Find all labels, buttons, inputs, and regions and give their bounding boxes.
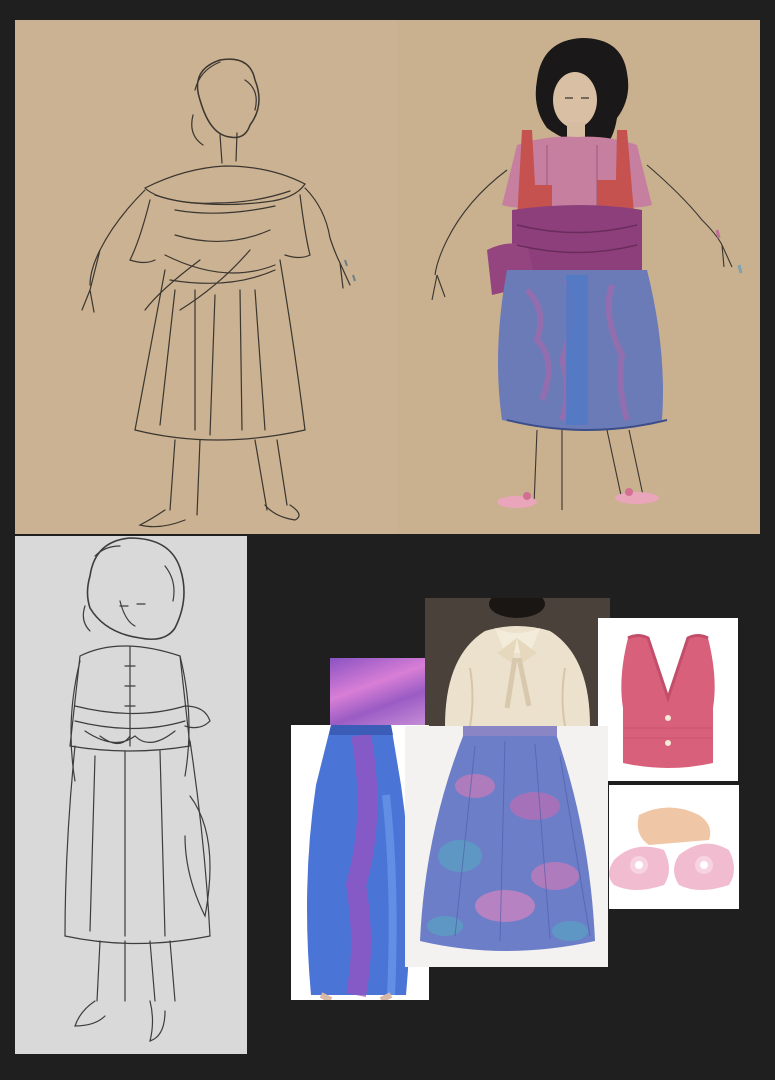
sketch-pencil-offshoulder-illustration: [81, 58, 356, 528]
iridescent-fabric-swatch: [330, 658, 428, 726]
pink-knit-vest-swatch: [598, 618, 738, 781]
floral-chiffon-skirt-swatch: [405, 726, 608, 967]
pink-knit-vest-image: [621, 634, 715, 768]
floral-chiffon-skirt-image: [420, 726, 595, 951]
sketch-pencil-blouse-panel: [15, 536, 247, 1054]
sketch-pencil-blouse-illustration: [64, 537, 211, 1042]
satin-bow-blouse-swatch: [425, 598, 610, 726]
sketch-colored-illustration: [431, 38, 743, 510]
sketch-colored-panel: [397, 20, 760, 534]
sketch-pencil-offshoulder-panel: [15, 20, 397, 534]
pink-bow-flats-image: [609, 807, 734, 890]
satin-bow-blouse-image: [425, 598, 610, 726]
pink-bow-flats-swatch: [609, 785, 739, 909]
